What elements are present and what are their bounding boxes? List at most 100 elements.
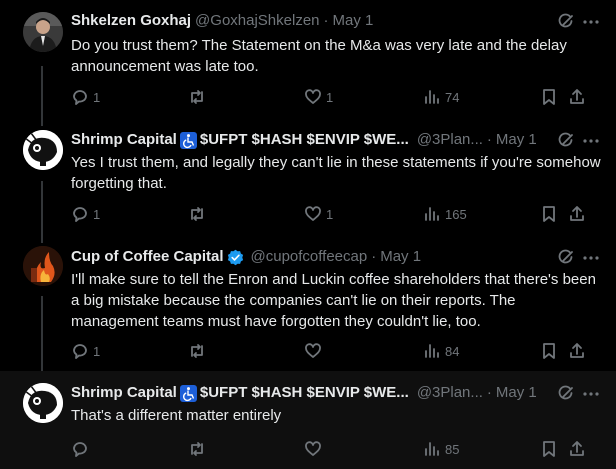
views-button[interactable]: 74 bbox=[423, 87, 459, 107]
repost-button[interactable] bbox=[188, 341, 210, 361]
share-button[interactable] bbox=[568, 87, 586, 107]
repost-button[interactable] bbox=[188, 204, 210, 224]
like-count: 1 bbox=[326, 206, 334, 222]
grok-icon[interactable] bbox=[557, 249, 575, 267]
grok-icon[interactable] bbox=[557, 13, 575, 31]
bookmark-button[interactable] bbox=[540, 439, 558, 459]
tweet[interactable]: Cup of Coffee Capital @cupofcoffeecap · … bbox=[0, 241, 616, 371]
author-name[interactable]: Shrimp Capital bbox=[71, 383, 177, 403]
tweet-text: That's a different matter entirely bbox=[71, 407, 282, 424]
reply-button[interactable] bbox=[71, 439, 93, 459]
avatar[interactable] bbox=[23, 130, 63, 170]
separator-dot: · bbox=[486, 384, 492, 401]
more-icon[interactable] bbox=[582, 385, 600, 403]
reply-button[interactable]: 1 bbox=[71, 341, 100, 361]
reply-count: 1 bbox=[93, 89, 101, 105]
author-name[interactable]: Cup of Coffee Capital bbox=[71, 247, 224, 267]
bookmark-icon bbox=[543, 89, 555, 105]
tweet-text: Yes I trust them, and legally they can't… bbox=[71, 154, 601, 192]
verified-badge-icon bbox=[227, 249, 244, 266]
like-icon bbox=[305, 206, 321, 221]
separator-dot: · bbox=[486, 131, 492, 148]
wheelchair-emoji bbox=[179, 384, 197, 402]
tweet-header: Shrimp Capital $UFPT $HASH $ENVIP $WE...… bbox=[71, 130, 566, 150]
author-handle[interactable]: @3Plan... bbox=[417, 130, 483, 150]
author-handle[interactable]: @GoxhajShkelzen bbox=[195, 11, 319, 31]
repost-button[interactable] bbox=[188, 439, 210, 459]
reply-icon bbox=[73, 207, 87, 222]
tweet-date[interactable]: May 1 bbox=[496, 383, 537, 403]
wheelchair-emoji bbox=[179, 131, 197, 149]
bookmark-icon bbox=[543, 206, 555, 222]
tweet-actions: 1 1 74 bbox=[71, 87, 602, 107]
reply-button[interactable]: 1 bbox=[71, 204, 100, 224]
share-icon bbox=[570, 206, 584, 221]
more-icon[interactable] bbox=[582, 132, 600, 150]
more-icon[interactable] bbox=[582, 13, 600, 31]
bookmark-button[interactable] bbox=[540, 204, 558, 224]
share-button[interactable] bbox=[568, 341, 586, 361]
reply-button[interactable]: 1 bbox=[71, 87, 100, 107]
share-icon bbox=[570, 441, 584, 456]
reply-icon bbox=[73, 344, 87, 359]
tweet[interactable]: Shkelzen Goxhaj @GoxhajShkelzen · May 1 … bbox=[0, 0, 616, 125]
grok-icon[interactable] bbox=[557, 132, 575, 150]
tweet-focused[interactable]: Shrimp Capital $UFPT $HASH $ENVIP $WE...… bbox=[0, 371, 616, 469]
like-button[interactable]: 1 bbox=[304, 204, 333, 224]
reply-count: 1 bbox=[93, 206, 101, 222]
tweet-actions: 1 1 165 bbox=[71, 204, 602, 224]
views-icon bbox=[425, 344, 439, 358]
tweet-text: Do you trust them? The Statement on the … bbox=[71, 37, 567, 75]
like-icon bbox=[305, 343, 321, 358]
bookmark-button[interactable] bbox=[540, 341, 558, 361]
share-button[interactable] bbox=[568, 204, 586, 224]
author-name-tickers[interactable]: $UFPT $HASH $ENVIP $WE... bbox=[200, 130, 409, 150]
views-button[interactable]: 84 bbox=[423, 341, 459, 361]
like-count: 1 bbox=[326, 89, 334, 105]
tweet[interactable]: Shrimp Capital $UFPT $HASH $ENVIP $WE...… bbox=[0, 125, 616, 241]
more-icon[interactable] bbox=[582, 249, 600, 267]
author-name[interactable]: Shrimp Capital bbox=[71, 130, 177, 150]
author-handle[interactable]: @3Plan... bbox=[417, 383, 483, 403]
avatar[interactable] bbox=[23, 246, 63, 286]
like-icon bbox=[305, 441, 321, 456]
repost-icon bbox=[191, 207, 203, 221]
share-icon bbox=[570, 343, 584, 358]
tweet-date[interactable]: May 1 bbox=[380, 247, 421, 267]
share-button[interactable] bbox=[568, 439, 586, 459]
views-button[interactable]: 85 bbox=[423, 439, 459, 459]
reply-icon bbox=[73, 90, 87, 105]
share-icon bbox=[570, 89, 584, 104]
repost-icon bbox=[191, 344, 203, 358]
tweet-actions: 85 bbox=[71, 439, 602, 459]
like-button[interactable] bbox=[304, 341, 326, 361]
reply-count: 1 bbox=[93, 343, 101, 359]
views-icon bbox=[425, 207, 439, 221]
grok-icon[interactable] bbox=[557, 385, 575, 403]
views-icon bbox=[425, 442, 439, 456]
separator-dot: · bbox=[323, 12, 329, 29]
views-count: 85 bbox=[445, 441, 460, 457]
views-button[interactable]: 165 bbox=[423, 204, 467, 224]
views-count: 84 bbox=[445, 343, 460, 359]
avatar[interactable] bbox=[23, 12, 63, 52]
avatar[interactable] bbox=[23, 383, 63, 423]
tweet-date[interactable]: May 1 bbox=[333, 11, 374, 31]
author-name-tickers[interactable]: $UFPT $HASH $ENVIP $WE... bbox=[200, 383, 409, 403]
author-handle[interactable]: @cupofcoffeecap bbox=[251, 247, 368, 267]
views-count: 165 bbox=[445, 206, 467, 222]
views-icon bbox=[425, 90, 439, 104]
tweet-date[interactable]: May 1 bbox=[496, 130, 537, 150]
bookmark-button[interactable] bbox=[540, 87, 558, 107]
like-button[interactable]: 1 bbox=[304, 87, 333, 107]
reply-icon bbox=[73, 442, 87, 457]
like-button[interactable] bbox=[304, 439, 326, 459]
tweet-header: Cup of Coffee Capital @cupofcoffeecap · … bbox=[71, 247, 566, 267]
tweet-text: I'll make sure to tell the Enron and Luc… bbox=[71, 271, 596, 330]
tweet-header: Shrimp Capital $UFPT $HASH $ENVIP $WE...… bbox=[71, 383, 566, 403]
author-name[interactable]: Shkelzen Goxhaj bbox=[71, 11, 191, 31]
repost-icon bbox=[191, 442, 203, 456]
repost-button[interactable] bbox=[188, 87, 210, 107]
separator-dot: · bbox=[371, 248, 377, 265]
views-count: 74 bbox=[445, 89, 460, 105]
